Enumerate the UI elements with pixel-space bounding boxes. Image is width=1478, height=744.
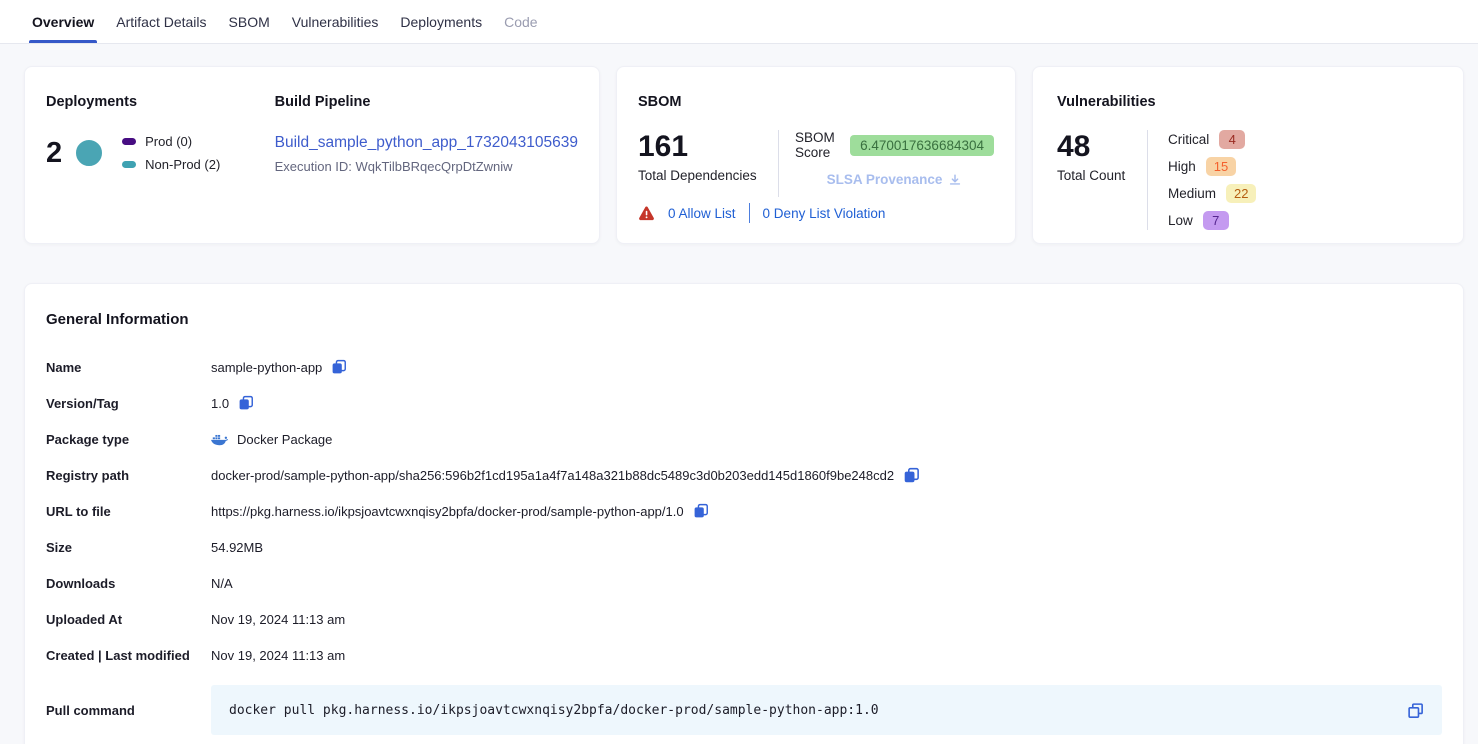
vulnerabilities-card-title: Vulnerabilities	[1057, 94, 1439, 110]
tab-code: Code	[493, 0, 548, 43]
nonprod-swatch-icon	[122, 161, 136, 168]
sbom-score-label: SBOM Score	[795, 130, 841, 160]
pull-command-label: Pull command	[46, 703, 211, 718]
tab-bar: Overview Artifact Details SBOM Vulnerabi…	[0, 0, 1478, 44]
copy-url-button[interactable]	[693, 503, 709, 519]
row-package-type-label: Package type	[46, 432, 211, 447]
legend-item-nonprod: Non-Prod (2)	[122, 157, 220, 172]
severity-critical-label: Critical	[1168, 132, 1209, 147]
severity-medium-count-badge: 22	[1226, 184, 1256, 203]
copy-name-button[interactable]	[331, 359, 347, 375]
row-pull-command: Pull command docker pull pkg.harness.io/…	[46, 685, 1442, 735]
version-tag-value: 1.0	[211, 396, 229, 411]
severity-low-label: Low	[1168, 213, 1193, 228]
severity-row-critical: Critical 4	[1168, 130, 1256, 149]
artifact-name-value: sample-python-app	[211, 360, 322, 375]
row-downloads-label: Downloads	[46, 576, 211, 591]
execution-id-text: Execution ID: WqkTilbBRqecQrpDtZwniw	[275, 159, 578, 174]
legend-nonprod-label: Non-Prod (2)	[145, 157, 220, 172]
row-uploaded-at: Uploaded At Nov 19, 2024 11:13 am	[46, 601, 1442, 637]
package-type-value: Docker Package	[237, 432, 332, 447]
summary-cards-row: Deployments 2 Prod (0) Non-Prod (2) Buil…	[0, 44, 1478, 244]
url-to-file-value: https://pkg.harness.io/ikpsjoavtcwxnqisy…	[211, 504, 684, 519]
tab-sbom[interactable]: SBOM	[218, 0, 281, 43]
row-package-type: Package type Docker Package	[46, 421, 1442, 457]
row-downloads: Downloads N/A	[46, 565, 1442, 601]
row-version: Version/Tag 1.0	[46, 385, 1442, 421]
row-registry-path: Registry path docker-prod/sample-python-…	[46, 457, 1442, 493]
deny-list-link[interactable]: 0 Deny List Violation	[763, 206, 886, 221]
tab-overview[interactable]: Overview	[21, 0, 105, 43]
row-version-label: Version/Tag	[46, 396, 211, 411]
general-information-rows: Name sample-python-app Version/Tag 1.0 P…	[46, 349, 1442, 735]
deployments-legend: Prod (0) Non-Prod (2)	[122, 134, 220, 172]
copy-version-button[interactable]	[238, 395, 254, 411]
severity-row-low: Low 7	[1168, 211, 1256, 230]
legend-prod-label: Prod (0)	[145, 134, 192, 149]
registry-path-value: docker-prod/sample-python-app/sha256:596…	[211, 468, 894, 483]
created-modified-value: Nov 19, 2024 11:13 am	[211, 648, 345, 663]
build-pipeline-title: Build Pipeline	[275, 94, 578, 110]
row-url-to-file: URL to file https://pkg.harness.io/ikpsj…	[46, 493, 1442, 529]
allow-list-link[interactable]: 0 Allow List	[668, 206, 736, 221]
pull-command-box: docker pull pkg.harness.io/ikpsjoavtcwxn…	[211, 685, 1442, 735]
vulnerabilities-card: Vulnerabilities 48 Total Count Critical …	[1032, 66, 1464, 244]
tab-artifact-details[interactable]: Artifact Details	[105, 0, 217, 43]
legend-item-prod: Prod (0)	[122, 134, 220, 149]
downloads-value: N/A	[211, 576, 233, 591]
sbom-total-label: Total Dependencies	[638, 168, 778, 183]
severity-low-count-badge: 7	[1203, 211, 1229, 230]
warning-triangle-icon	[638, 206, 655, 221]
row-size-label: Size	[46, 540, 211, 555]
severity-high-label: High	[1168, 159, 1196, 174]
row-name-label: Name	[46, 360, 211, 375]
deployments-total-count: 2	[46, 137, 62, 170]
vulnerabilities-total-count: 48	[1057, 130, 1147, 163]
build-pipeline-link[interactable]: Build_sample_python_app_1732043105639	[275, 134, 578, 152]
docker-whale-icon	[211, 433, 228, 446]
sbom-card-title: SBOM	[638, 94, 994, 110]
deployments-card-title: Deployments	[46, 94, 275, 110]
severity-row-high: High 15	[1168, 157, 1256, 176]
row-size: Size 54.92MB	[46, 529, 1442, 565]
severity-medium-label: Medium	[1168, 186, 1216, 201]
severity-high-count-badge: 15	[1206, 157, 1236, 176]
deployments-donut-chart	[76, 140, 102, 166]
tab-deployments[interactable]: Deployments	[389, 0, 493, 43]
row-url-to-file-label: URL to file	[46, 504, 211, 519]
slsa-provenance-label: SLSA Provenance	[827, 172, 943, 187]
download-icon	[948, 173, 962, 187]
sbom-score-badge: 6.470017636684304	[850, 135, 994, 156]
severity-row-medium: Medium 22	[1168, 184, 1256, 203]
uploaded-at-value: Nov 19, 2024 11:13 am	[211, 612, 345, 627]
tab-vulnerabilities[interactable]: Vulnerabilities	[281, 0, 390, 43]
prod-swatch-icon	[122, 138, 136, 145]
row-created-modified: Created | Last modified Nov 19, 2024 11:…	[46, 637, 1442, 673]
deployments-card: Deployments 2 Prod (0) Non-Prod (2) Buil…	[24, 66, 600, 244]
pull-command-value: docker pull pkg.harness.io/ikpsjoavtcwxn…	[229, 703, 1407, 718]
row-uploaded-at-label: Uploaded At	[46, 612, 211, 627]
size-value: 54.92MB	[211, 540, 263, 555]
row-created-modified-label: Created | Last modified	[46, 648, 211, 663]
policy-links-divider	[749, 203, 750, 223]
row-registry-path-label: Registry path	[46, 468, 211, 483]
sbom-total-dependencies: 161	[638, 130, 778, 163]
severity-critical-count-badge: 4	[1219, 130, 1245, 149]
copy-pull-command-button[interactable]	[1407, 702, 1424, 719]
copy-registry-path-button[interactable]	[903, 467, 920, 484]
vulnerabilities-total-label: Total Count	[1057, 168, 1147, 183]
general-information-title: General Information	[46, 311, 1442, 328]
slsa-provenance-link[interactable]: SLSA Provenance	[827, 172, 963, 187]
sbom-card: SBOM 161 Total Dependencies SBOM Score 6…	[616, 66, 1016, 244]
row-name: Name sample-python-app	[46, 349, 1442, 385]
general-information-card: General Information Name sample-python-a…	[24, 283, 1464, 744]
